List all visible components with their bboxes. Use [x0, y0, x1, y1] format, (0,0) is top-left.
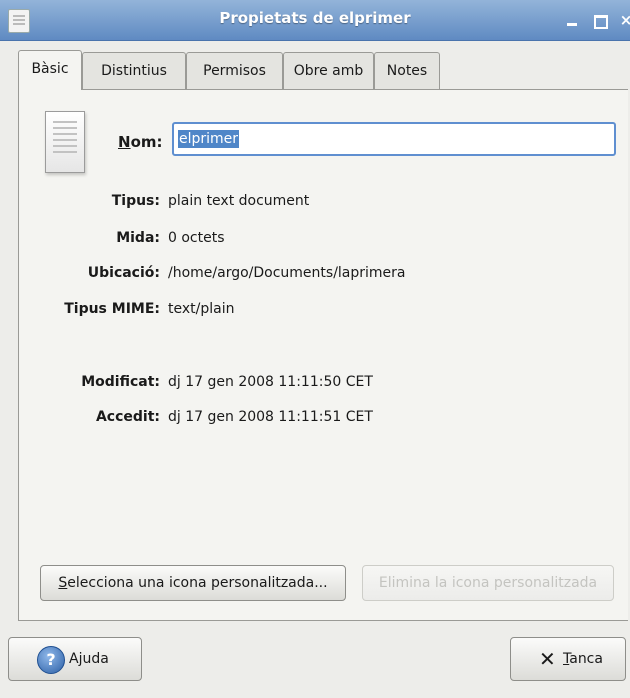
accessed-value: dj 17 gen 2008 11:11:51 CET — [168, 409, 373, 425]
title-bar[interactable]: Propietats de elprimer × — [0, 0, 630, 41]
document-line — [53, 145, 77, 147]
mime-type-value: text/plain — [168, 301, 235, 317]
modified-label: Modificat: — [81, 374, 160, 390]
type-value: plain text document — [168, 193, 310, 209]
maximize-icon[interactable] — [590, 10, 610, 30]
close-button[interactable]: ✕ Tanca — [510, 637, 626, 681]
close-label: Tanca — [563, 638, 603, 680]
size-value: 0 octets — [168, 230, 225, 246]
accessed-label: Accedit: — [95, 409, 160, 425]
name-label-text: om: — [130, 133, 163, 151]
help-icon: ? — [37, 646, 65, 674]
location-label: Ubicació: — [87, 265, 160, 281]
tab-obre-amb[interactable]: Obre amb — [283, 52, 374, 89]
text-document-icon — [45, 111, 85, 173]
select-icon-mnemonic: S — [58, 575, 68, 591]
type-label: Tipus: — [111, 193, 160, 209]
help-label: Ajuda — [69, 651, 109, 667]
properties-window: Propietats de elprimer × Bàsic Distintiu… — [0, 0, 630, 698]
name-input-value: elprimer — [178, 130, 240, 148]
name-label: Nom: — [118, 133, 163, 151]
tab-permisos[interactable]: Permisos — [186, 52, 283, 89]
basic-panel — [18, 89, 628, 621]
document-line — [53, 133, 77, 135]
tab-basic[interactable]: Bàsic — [18, 50, 82, 90]
modified-value: dj 17 gen 2008 11:11:50 CET — [168, 374, 373, 390]
name-label-mnemonic: N — [118, 133, 131, 151]
name-input[interactable]: elprimer — [172, 122, 616, 156]
minimize-icon[interactable] — [562, 10, 582, 30]
window-close-icon[interactable]: × — [616, 10, 630, 30]
mime-type-label: Tipus MIME: — [64, 301, 160, 317]
select-icon-label: elecciona una icona personalitzada... — [67, 575, 328, 591]
document-line — [53, 139, 77, 141]
size-label: Mida: — [116, 230, 160, 246]
tab-notes[interactable]: Notes — [374, 52, 440, 89]
close-icon: ✕ — [539, 647, 556, 671]
select-custom-icon-button[interactable]: Selecciona una icona personalitzada... — [40, 565, 346, 601]
document-line — [53, 121, 77, 123]
document-line — [53, 151, 77, 153]
remove-custom-icon-button[interactable]: Elimina la icona personalitzada — [362, 565, 614, 601]
location-value: /home/argo/Documents/laprimera — [168, 265, 406, 281]
document-line — [53, 127, 77, 129]
tab-distintius[interactable]: Distintius — [82, 52, 186, 89]
window-title: Propietats de elprimer — [219, 9, 411, 27]
close-label-text: anca — [569, 651, 603, 667]
help-button[interactable]: ? Ajuda — [8, 637, 142, 681]
